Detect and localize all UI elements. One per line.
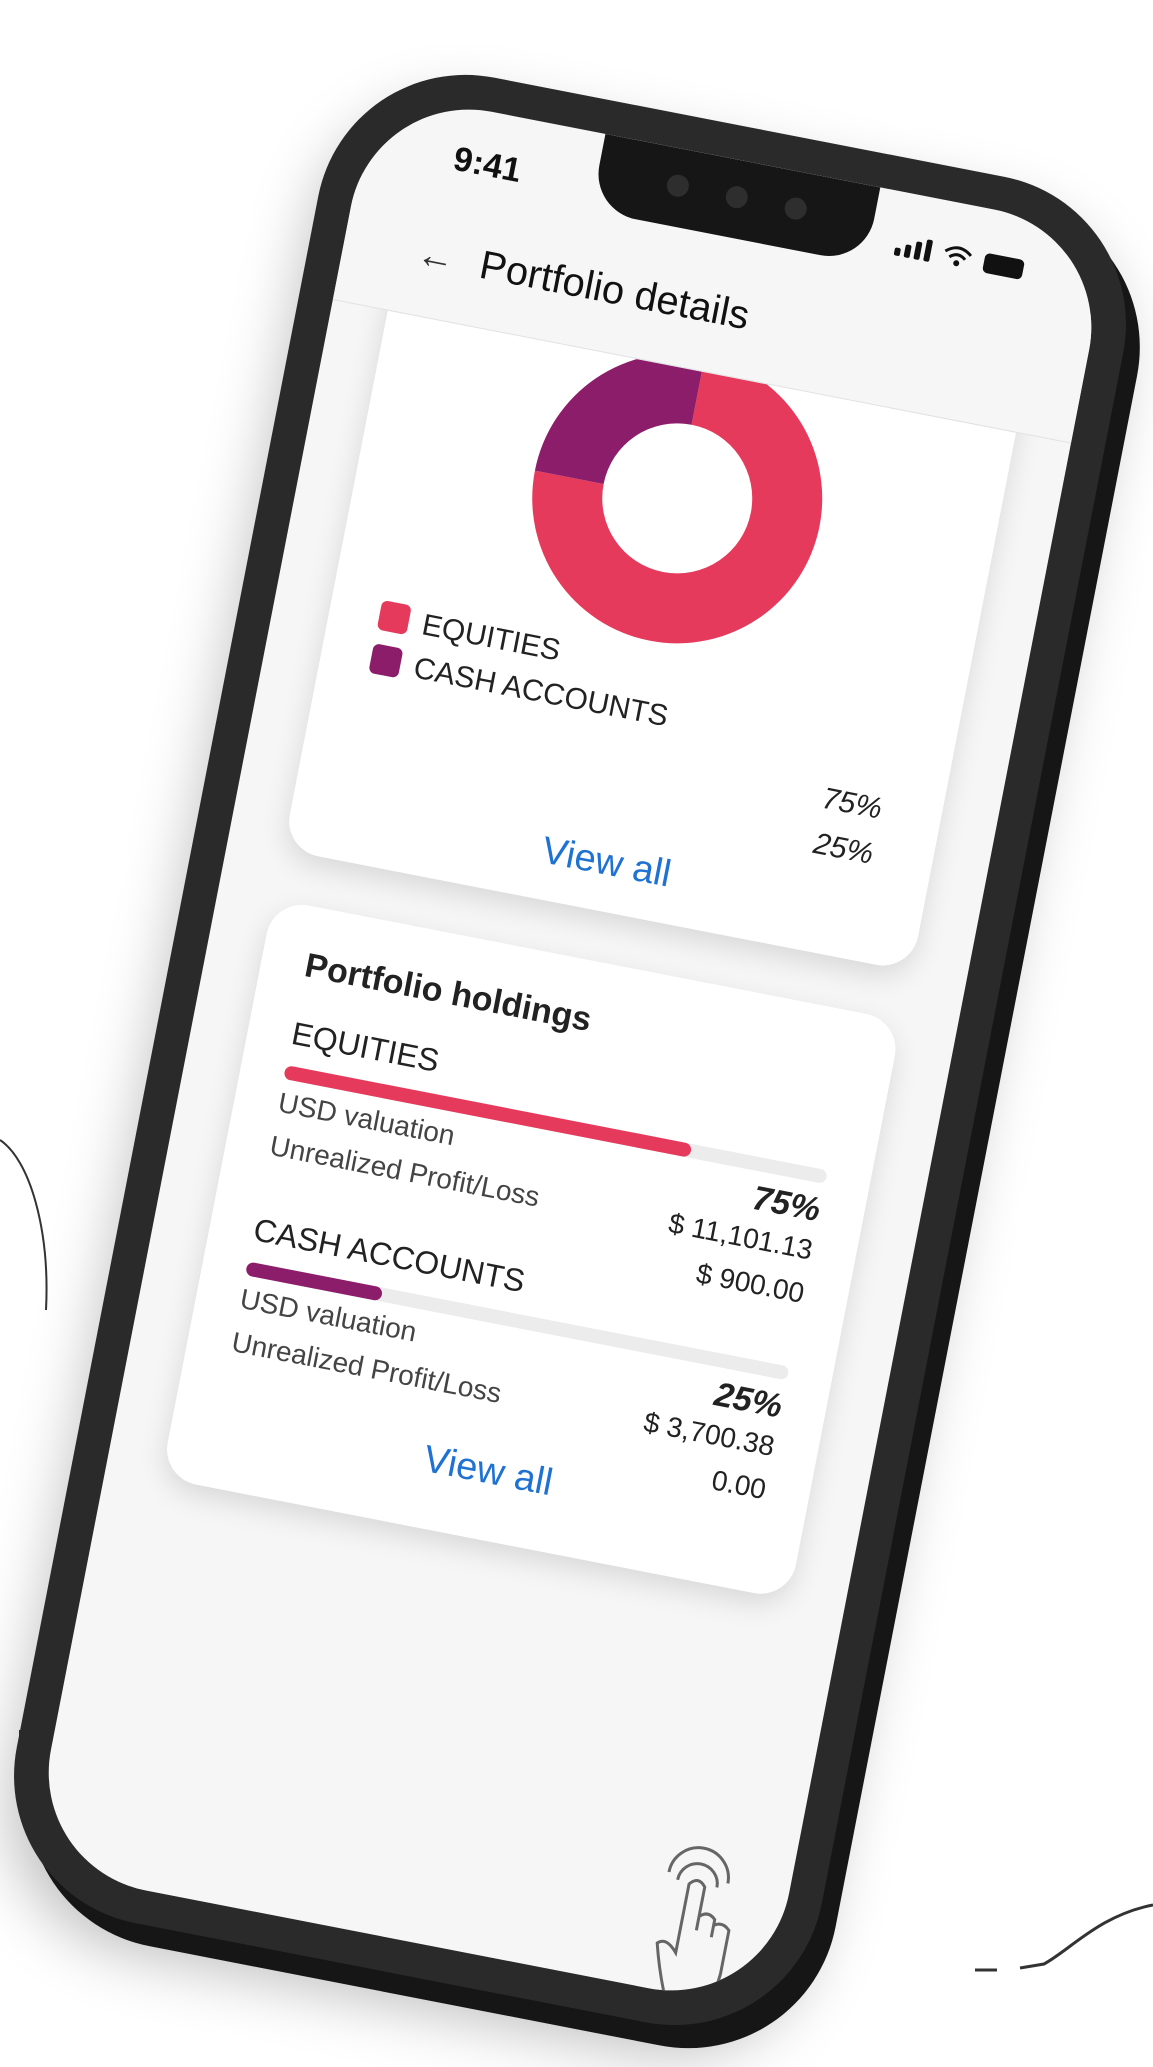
battery-icon bbox=[981, 252, 1026, 280]
legend-swatch bbox=[368, 643, 404, 679]
content: EQUITIES CASH ACCOUNTS 75% 25% View all … bbox=[28, 250, 1071, 2012]
sensor-dot bbox=[723, 184, 750, 211]
phone-frame: 9:41 ← Portfolio details EQUITIES CASH A… bbox=[0, 49, 1152, 2051]
signal-icon bbox=[893, 234, 934, 263]
sensor-dot bbox=[665, 172, 691, 199]
camera-icon bbox=[782, 195, 809, 222]
wifi-icon bbox=[944, 246, 973, 267]
tap-hand-icon bbox=[655, 1846, 731, 2012]
arrow-left-icon[interactable]: ← bbox=[413, 233, 458, 282]
legend-value: 25% bbox=[810, 827, 876, 871]
legend-swatch bbox=[376, 599, 412, 636]
status-time: 9:41 bbox=[450, 139, 525, 191]
phone-screen: 9:41 ← Portfolio details EQUITIES CASH A… bbox=[28, 88, 1112, 2012]
holdings-card: Portfolio holdings EQUITIES USD valuatio… bbox=[160, 898, 902, 1600]
page-title: Portfolio details bbox=[476, 242, 753, 339]
legend-value: 75% bbox=[819, 781, 885, 826]
